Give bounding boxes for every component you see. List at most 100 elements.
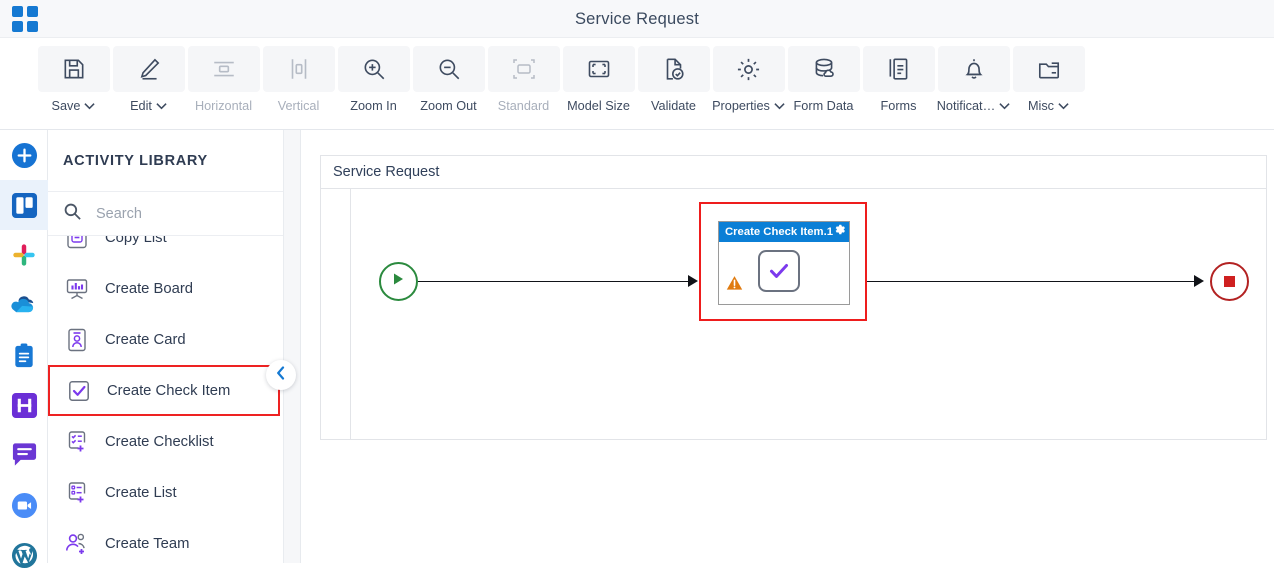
toolbar-label: Misc	[1027, 99, 1055, 113]
activity-list[interactable]: Copy List Create Board Create Card Creat…	[48, 236, 283, 563]
sidebar-item-jira[interactable]	[0, 380, 48, 430]
list-item[interactable]: Create List	[48, 467, 283, 518]
toolbar-label: Horizontal	[194, 99, 253, 113]
forms-document-icon	[862, 46, 935, 92]
layout-vertical-icon	[262, 46, 335, 92]
page-title: Service Request	[574, 10, 700, 28]
chevron-left-icon	[276, 365, 286, 385]
process-canvas[interactable]: Service Request Lane1	[301, 130, 1274, 563]
toolbar-forms-button[interactable]: Forms	[861, 38, 936, 113]
start-event[interactable]	[379, 262, 418, 301]
sequence-flow-2[interactable]	[867, 281, 1194, 282]
search-input[interactable]	[94, 204, 254, 223]
magnifier-minus-icon	[412, 46, 485, 92]
lane-label-column: Lane1	[321, 189, 351, 439]
add-new-icon	[11, 142, 38, 169]
folder-misc-icon	[1012, 46, 1085, 92]
search-row	[48, 192, 283, 236]
activity-library-title: ACTIVITY LIBRARY	[48, 130, 283, 192]
layout-horizontal-icon	[187, 46, 260, 92]
toolbar-label: Save	[51, 99, 81, 113]
toolbar-form-data-button[interactable]: Form Data	[786, 38, 861, 113]
toolbar-label: Vertical	[277, 99, 320, 113]
toolbar-label: Form Data	[793, 99, 854, 113]
window-title-bar: Service Request	[0, 0, 1274, 38]
floppy-disk-save-icon	[37, 46, 110, 92]
jira-icon	[11, 392, 38, 419]
create-card-icon	[63, 326, 91, 354]
list-item[interactable]: Create Team	[48, 518, 283, 563]
sidebar-item-clipboard[interactable]	[0, 330, 48, 380]
list-item-label: Create Checklist	[105, 433, 214, 450]
task-title-bar: Create Check Item.1	[719, 222, 849, 242]
sidebar-item-add-new[interactable]	[0, 130, 48, 180]
toolbar-zoom-in-button[interactable]: Zoom In	[336, 38, 411, 113]
sequence-flow-1[interactable]	[418, 281, 688, 282]
toolbar-standard-button[interactable]: Standard	[486, 38, 561, 113]
list-item-label: Create List	[105, 484, 177, 501]
trello-icon	[11, 192, 38, 219]
warning-triangle-icon[interactable]	[726, 275, 743, 296]
toolbar-horizontal-button[interactable]: Horizontal	[186, 38, 261, 113]
toolbar-label: Standard	[497, 99, 550, 113]
toolbar-zoom-out-button[interactable]: Zoom Out	[411, 38, 486, 113]
toolbar-label: Properties	[712, 99, 770, 113]
toolbar-vertical-button[interactable]: Vertical	[261, 38, 336, 113]
lane-canvas[interactable]: Create Check Item.1	[351, 189, 1266, 439]
list-item-label: Create Board	[105, 280, 194, 297]
toolbar-label: Zoom In	[350, 99, 397, 113]
toolbar-edit-button[interactable]: Edit	[111, 38, 186, 113]
sidebar-item-wordpress[interactable]	[0, 530, 48, 580]
sidebar-item-slack[interactable]	[0, 230, 48, 280]
create-board-icon	[63, 275, 91, 303]
chevron-down-icon	[999, 102, 1010, 110]
gear-icon	[712, 46, 785, 92]
onedrive-icon	[10, 294, 38, 316]
create-team-icon	[63, 530, 91, 558]
sidebar-item-trello[interactable]	[0, 180, 48, 230]
lane-label: Lane1	[321, 130, 351, 219]
zoom-app-icon	[11, 492, 38, 519]
toolbar-label: Notificat…	[936, 99, 996, 113]
create-check-item-icon	[65, 377, 93, 405]
list-item-label: Create Team	[105, 535, 190, 552]
toolbar-save-button[interactable]: Save	[36, 38, 111, 113]
toolbar-properties-button[interactable]: Properties	[711, 38, 786, 113]
list-item-label: Create Check Item	[107, 382, 231, 399]
chevron-down-icon	[1058, 102, 1069, 110]
list-item[interactable]: Create Card	[48, 314, 283, 365]
toolbar-label: Edit	[130, 99, 152, 113]
toolbar-validate-button[interactable]: Validate	[636, 38, 711, 113]
activity-library-panel: ACTIVITY LIBRARY Copy List	[48, 130, 284, 563]
list-item[interactable]: Copy List	[48, 236, 283, 263]
task-body	[719, 242, 849, 305]
arrowhead-icon	[688, 275, 698, 287]
collapse-panel-button[interactable]	[266, 360, 296, 390]
magnifier-plus-icon	[337, 46, 410, 92]
chevron-down-icon	[84, 102, 96, 110]
chevron-down-icon	[156, 102, 167, 110]
bell-notification-icon	[937, 46, 1010, 92]
task-create-check-item[interactable]: Create Check Item.1	[718, 221, 850, 305]
wordpress-icon	[11, 542, 38, 569]
sidebar-item-onedrive[interactable]	[0, 280, 48, 330]
end-event[interactable]	[1210, 262, 1249, 301]
toolbar-model-size-button[interactable]: Model Size	[561, 38, 636, 113]
toolbar-misc-button[interactable]: Misc	[1011, 38, 1086, 113]
list-item[interactable]: Create Checklist	[48, 416, 283, 467]
pool-header-label: Service Request	[321, 156, 1266, 189]
task-selection-outline[interactable]: Create Check Item.1	[699, 202, 867, 321]
toolbar-notifications-button[interactable]: Notificat…	[936, 38, 1011, 113]
pool[interactable]: Service Request Lane1	[320, 155, 1267, 440]
list-item-create-check-item[interactable]: Create Check Item	[48, 365, 280, 416]
sidebar-item-zoom[interactable]	[0, 480, 48, 530]
toolbar-label: Model Size	[567, 99, 630, 113]
toolbar-label: Zoom Out	[420, 99, 477, 113]
fit-standard-icon	[487, 46, 560, 92]
gear-icon[interactable]	[833, 223, 846, 241]
list-item[interactable]: Create Board	[48, 263, 283, 314]
pool-body: Lane1 Create Check Item.1	[321, 189, 1266, 439]
clipboard-icon	[12, 342, 36, 369]
sidebar-item-chat[interactable]	[0, 430, 48, 480]
create-checklist-icon	[63, 428, 91, 456]
